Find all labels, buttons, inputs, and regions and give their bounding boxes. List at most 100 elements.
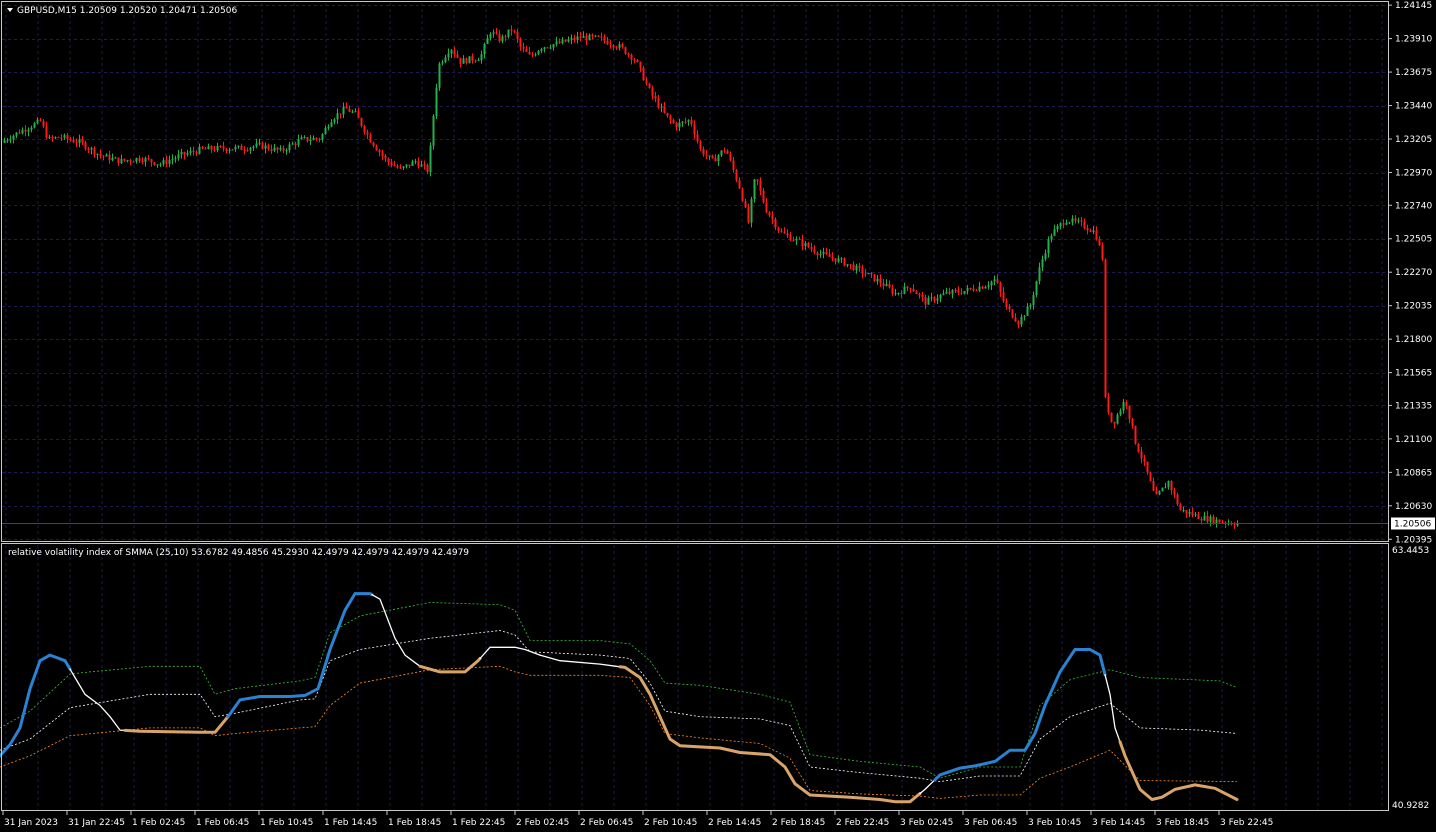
candle-body [1194, 514, 1197, 516]
candle-body [897, 293, 900, 295]
candle-body [42, 120, 45, 127]
candle-body [900, 293, 903, 295]
candle-body [285, 150, 288, 152]
candle-body [1044, 253, 1047, 260]
price-tick-label: 1.21800 [1395, 335, 1432, 345]
candle-body [324, 128, 327, 135]
candle-body [1089, 230, 1092, 232]
candle-body [873, 274, 876, 282]
candle-body [90, 148, 93, 150]
candle-body [333, 119, 336, 123]
candle-body [729, 153, 732, 161]
candle-body [225, 148, 228, 151]
candle-body [747, 207, 750, 223]
candle-body [1131, 418, 1134, 426]
candle-body [114, 157, 117, 159]
candle-body [504, 36, 507, 38]
candle-body [783, 231, 786, 234]
candle-body [708, 155, 711, 157]
candle-body [246, 150, 249, 152]
candle-body [486, 38, 489, 44]
candle-body [975, 290, 978, 292]
candle-body [1017, 321, 1020, 325]
rvi-line-segment [933, 648, 1107, 782]
candle-body [690, 120, 693, 125]
candle-body [672, 120, 675, 124]
candle-body [765, 202, 768, 213]
candle-body [384, 155, 387, 159]
candle-body [456, 54, 459, 58]
candle-body [459, 57, 462, 64]
candle-body [1026, 306, 1029, 316]
candle-body [6, 140, 9, 142]
chart-canvas[interactable]: 1.24145 1.23910 1.23675 1.23440 1.23205 1.229… [0, 0, 1436, 832]
candle-body [1182, 510, 1185, 512]
candle-body [240, 145, 243, 150]
candle-body [168, 160, 171, 164]
candle-body [1068, 222, 1071, 224]
candle-body [570, 37, 573, 40]
candle-body [39, 119, 42, 121]
candle-body [516, 31, 519, 39]
candle-body [369, 134, 372, 143]
time-tick-label: 31 Jan 2023 [4, 818, 58, 828]
time-tick-label: 3 Feb 06:45 [964, 818, 1017, 828]
candle-body [1143, 458, 1146, 462]
candle-body [18, 132, 21, 134]
candle-body [1155, 490, 1158, 495]
candle-body [1107, 397, 1110, 413]
candle-body [339, 113, 342, 115]
candle-body [810, 247, 813, 250]
candle-body [588, 34, 591, 41]
candle-body [885, 284, 888, 286]
candle-body [129, 160, 132, 162]
candle-body [72, 140, 75, 143]
candle-body [942, 293, 945, 295]
candle-body [552, 44, 555, 48]
candle-body [402, 166, 405, 168]
candle-body [270, 149, 273, 151]
candle-body [654, 95, 657, 99]
candle-body [354, 111, 357, 113]
candle-body [312, 138, 315, 141]
candle-body [387, 158, 390, 162]
candle-body [429, 145, 432, 173]
candle-body [1080, 220, 1083, 222]
candle-body [471, 56, 474, 61]
candle-body [576, 36, 579, 40]
candle-body [297, 139, 300, 145]
candle-body [999, 282, 1002, 292]
candle-body [645, 80, 648, 84]
candle-body [933, 297, 936, 301]
candle-body [879, 278, 882, 284]
candle-body [405, 164, 408, 167]
price-tick-label: 1.21565 [1395, 369, 1432, 379]
candle-body [1014, 317, 1017, 322]
candle-body [981, 286, 984, 289]
candle-body [372, 142, 375, 147]
candle-body [579, 36, 582, 38]
candle-body [663, 106, 666, 113]
candle-body [621, 44, 624, 48]
triangle-down-icon[interactable] [7, 8, 13, 12]
price-tick-label: 1.23440 [1395, 102, 1432, 112]
candle-body [87, 148, 90, 150]
candle-body [462, 58, 465, 64]
candle-body [600, 36, 603, 38]
candle-body [1161, 487, 1164, 492]
candle-body [1152, 480, 1155, 491]
time-tick-label: 3 Feb 14:45 [1092, 818, 1145, 828]
candle-body [1134, 425, 1137, 444]
candle-body [438, 63, 441, 88]
candle-body [21, 129, 24, 134]
candle-body [210, 146, 213, 150]
price-tick-label: 1.22035 [1395, 302, 1432, 312]
candle-body [882, 283, 885, 286]
candle-body [699, 141, 702, 149]
candle-body [990, 281, 993, 286]
candle-body [609, 44, 612, 46]
candle-body [786, 233, 789, 235]
band-mid-line [0, 630, 1238, 783]
candle-body [927, 297, 930, 305]
candle-body [903, 286, 906, 294]
